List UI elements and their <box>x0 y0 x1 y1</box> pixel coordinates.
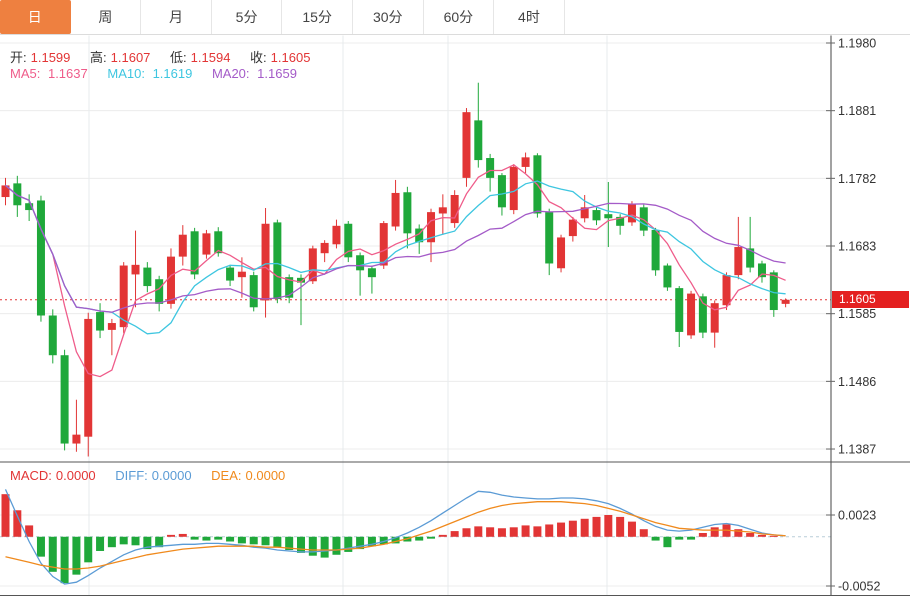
ma10-value: 1.1619 <box>153 66 193 81</box>
ma10-label: MA10: <box>107 66 145 81</box>
ma20-label: MA20: <box>212 66 250 81</box>
svg-text:1.1881: 1.1881 <box>838 104 876 118</box>
macd-value: 0.0000 <box>56 468 96 483</box>
tab-15min[interactable]: 15分 <box>282 0 353 34</box>
ma20-value: 1.1659 <box>257 66 297 81</box>
tab-month[interactable]: 月 <box>141 0 212 34</box>
macd-legend: MACD: 0.0000 DIFF: 0.0000 DEA: 0.0000 <box>10 468 301 483</box>
tab-60min[interactable]: 60分 <box>424 0 495 34</box>
period-tabbar: 日周月5分15分30分60分4时 <box>0 0 910 35</box>
open-value: 1.1599 <box>31 50 71 65</box>
svg-text:-0.0052: -0.0052 <box>838 580 880 594</box>
macd-label: MACD: <box>10 468 52 483</box>
price-axis: 1.1980 1.1881 1.1782 1.1683 1.1585 1.1486 1.13… <box>826 37 876 457</box>
low-label: 低: <box>170 50 187 65</box>
ma5-label: MA5: <box>10 66 40 81</box>
tab-30min[interactable]: 30分 <box>353 0 424 34</box>
svg-text:1.1585: 1.1585 <box>838 307 876 321</box>
close-label: 收: <box>250 50 267 65</box>
svg-text:1.1980: 1.1980 <box>838 37 876 51</box>
tab-day[interactable]: 日 <box>0 0 71 34</box>
dea-label: DEA: <box>211 468 241 483</box>
tab-5min[interactable]: 5分 <box>212 0 283 34</box>
chart-canvas[interactable]: 1.1980 1.1881 1.1782 1.1683 1.1585 1.1486 1.13… <box>0 0 910 597</box>
tab-week[interactable]: 周 <box>71 0 142 34</box>
svg-text:1.1387: 1.1387 <box>838 443 876 457</box>
svg-text:0.0023: 0.0023 <box>838 509 876 523</box>
macd-dea-line <box>6 502 786 569</box>
macd-histogram <box>2 494 778 583</box>
low-value: 1.1594 <box>191 50 231 65</box>
macd-axis: 0.0023 -0.0052 <box>826 509 880 594</box>
candles-layer <box>2 83 790 457</box>
tab-4hour[interactable]: 4时 <box>494 0 565 34</box>
svg-text:1.1683: 1.1683 <box>838 240 876 254</box>
last-price-tag: 1.1605 <box>832 291 909 308</box>
ma5-value: 1.1637 <box>48 66 88 81</box>
dea-value: 0.0000 <box>246 468 286 483</box>
svg-text:1.1486: 1.1486 <box>838 375 876 389</box>
close-value: 1.1605 <box>271 50 311 65</box>
ma-legend: MA5: 1.1637 MA10: 1.1619 MA20: 1.1659 <box>10 66 313 81</box>
high-label: 高: <box>90 50 107 65</box>
high-value: 1.1607 <box>111 50 151 65</box>
open-label: 开: <box>10 50 27 65</box>
diff-label: DIFF: <box>115 468 148 483</box>
svg-text:1.1782: 1.1782 <box>838 172 876 186</box>
ohlc-legend: 开: 1.1599 高: 1.1607 低: 1.1594 收: 1.1605 <box>10 47 326 66</box>
diff-value: 0.0000 <box>152 468 192 483</box>
